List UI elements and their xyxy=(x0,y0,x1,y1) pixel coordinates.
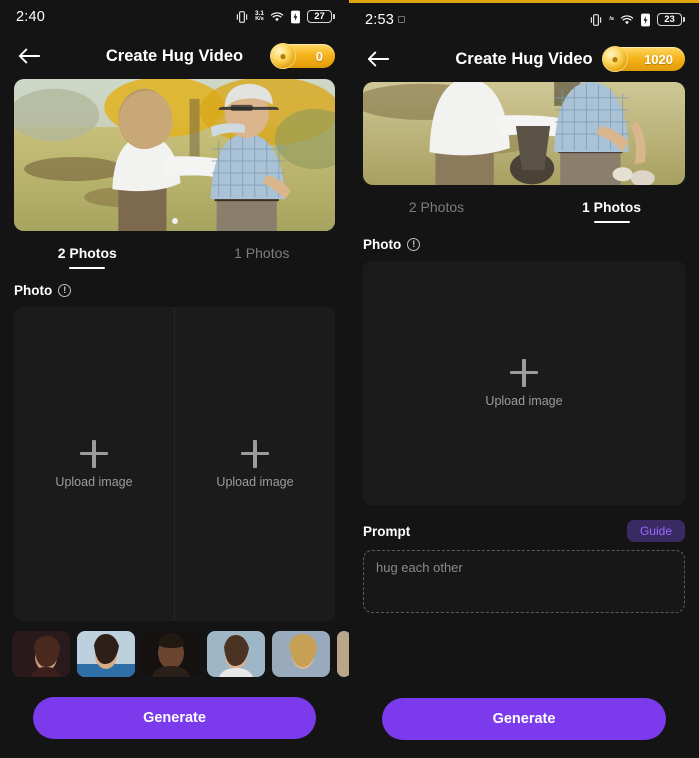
face-thumb-3[interactable] xyxy=(142,631,200,677)
upload-slot-1-label: Upload image xyxy=(55,474,133,489)
app-bar: Create Hug Video ● 0 xyxy=(0,33,349,79)
vibrate-icon xyxy=(591,13,602,26)
network-speed-unit: /s xyxy=(609,15,614,22)
tab-1-photos-label: 1 Photos xyxy=(581,199,642,215)
prompt-header: Prompt Guide xyxy=(349,520,699,542)
right-phone-screen: 2:53 /s 23 Create Hug Video ● 1020 2 Pho… xyxy=(349,0,699,758)
face-thumb-4[interactable] xyxy=(207,631,265,677)
photo-mode-tabs: 2 Photos 1 Photos xyxy=(349,199,699,223)
generate-button[interactable]: Generate xyxy=(382,698,666,740)
face-thumb-1[interactable] xyxy=(12,631,70,677)
coin-icon: ● xyxy=(602,46,628,72)
hero-video-preview[interactable] xyxy=(14,79,335,231)
carousel-dot-active[interactable] xyxy=(171,218,178,224)
guide-button[interactable]: Guide xyxy=(626,520,685,542)
prompt-placeholder: hug each other xyxy=(376,560,463,575)
hero-preview-wrap xyxy=(349,82,699,185)
status-time: 2:53 xyxy=(365,11,406,28)
status-time-text: 2:40 xyxy=(16,8,46,25)
hero-image xyxy=(363,82,685,185)
back-arrow-icon xyxy=(367,51,389,67)
status-icons: /s 23 xyxy=(589,13,685,27)
network-speed-icon: /s xyxy=(609,15,614,23)
generate-button-label: Generate xyxy=(492,711,556,727)
battery-icon: 23 xyxy=(657,13,685,26)
info-icon[interactable]: ! xyxy=(58,284,72,297)
hero-image xyxy=(14,79,335,231)
tab-2-photos[interactable]: 2 Photos xyxy=(0,245,175,269)
tab-2-photos-label: 2 Photos xyxy=(408,199,465,215)
plus-icon xyxy=(80,439,108,468)
face-thumb-2[interactable] xyxy=(77,631,135,677)
app-bar: Create Hug Video ● 1020 xyxy=(349,36,699,82)
photo-section-label: Photo ! xyxy=(349,237,699,252)
info-icon[interactable]: ! xyxy=(407,238,421,251)
generate-button-label: Generate xyxy=(143,710,206,726)
coin-icon: ● xyxy=(270,43,296,69)
coin-balance-pill[interactable]: ● 0 xyxy=(270,43,335,69)
status-icons: 3.1 K/s 27 xyxy=(235,10,335,24)
coin-balance-value: 1020 xyxy=(644,51,673,67)
back-arrow-icon xyxy=(18,48,40,64)
photo-label-text: Photo xyxy=(14,283,53,298)
photo-mode-tabs: 2 Photos 1 Photos xyxy=(0,245,349,269)
coin-balance-value: 0 xyxy=(315,48,323,64)
back-button[interactable] xyxy=(14,41,44,71)
battery-level: 23 xyxy=(664,13,675,25)
battery-level: 27 xyxy=(314,10,325,22)
back-button[interactable] xyxy=(363,44,393,74)
battery-icon: 27 xyxy=(307,10,335,23)
status-time: 2:40 xyxy=(16,9,45,25)
guide-button-label: Guide xyxy=(639,524,672,538)
tab-2-photos-label: 2 Photos xyxy=(57,245,117,261)
tab-1-photos-label: 1 Photos xyxy=(234,245,290,261)
status-time-text: 2:53 xyxy=(365,11,395,28)
network-speed-unit: K/s xyxy=(255,16,264,22)
plus-icon xyxy=(241,439,269,468)
vibrate-icon xyxy=(236,10,248,23)
upload-slots: Upload image xyxy=(363,261,685,505)
wifi-icon xyxy=(270,11,284,21)
upload-slot-2-label: Upload image xyxy=(216,474,294,489)
status-bar: 2:40 3.1 K/s 27 xyxy=(0,0,349,33)
status-bar: 2:53 /s 23 xyxy=(349,3,699,36)
upload-slot-1[interactable]: Upload image xyxy=(14,307,174,621)
face-thumb-5[interactable] xyxy=(272,631,330,677)
tab-2-photos[interactable]: 2 Photos xyxy=(349,199,524,223)
dual-screenshot-container: 2:40 3.1 K/s 27 Create Hug Video ● 0 2 P… xyxy=(0,0,699,758)
prompt-label: Prompt xyxy=(363,523,411,539)
face-thumb-6-partial[interactable] xyxy=(337,631,349,677)
upload-slot-1-label: Upload image xyxy=(485,393,563,408)
upload-slots: Upload image Upload image xyxy=(14,307,335,621)
generate-button-wrap: Generate xyxy=(0,697,349,739)
sample-face-strip[interactable] xyxy=(0,631,349,677)
upload-slot-1[interactable]: Upload image xyxy=(363,261,685,505)
photo-section-label: Photo ! xyxy=(0,283,349,298)
tab-1-photos[interactable]: 1 Photos xyxy=(175,245,350,269)
wifi-icon xyxy=(620,14,634,24)
photo-label-text: Photo xyxy=(363,237,402,252)
sim-icon xyxy=(641,13,650,26)
alarm-icon xyxy=(398,16,406,23)
hero-preview-wrap xyxy=(0,79,349,231)
coin-balance-pill[interactable]: ● 1020 xyxy=(602,46,685,72)
hero-video-preview[interactable] xyxy=(363,82,685,185)
sim-icon xyxy=(291,10,300,23)
upload-slot-2[interactable]: Upload image xyxy=(174,307,335,621)
network-speed-icon: 3.1 K/s xyxy=(255,10,264,23)
carousel-dots[interactable] xyxy=(14,218,335,224)
prompt-input[interactable]: hug each other xyxy=(363,550,685,613)
generate-button-wrap: Generate xyxy=(349,698,699,740)
left-phone-screen: 2:40 3.1 K/s 27 Create Hug Video ● 0 2 P… xyxy=(0,0,349,758)
tab-1-photos[interactable]: 1 Photos xyxy=(524,199,699,223)
generate-button[interactable]: Generate xyxy=(33,697,316,739)
plus-icon xyxy=(510,358,538,387)
